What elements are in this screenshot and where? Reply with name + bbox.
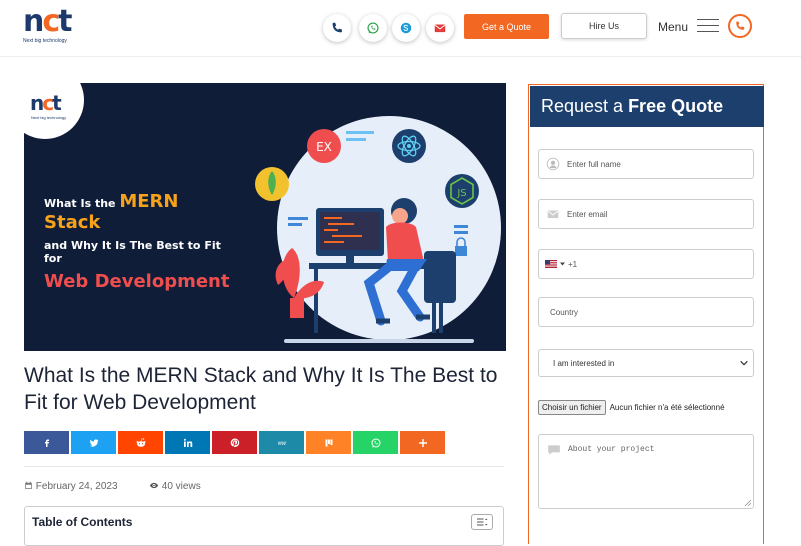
hamburger-menu-icon[interactable] <box>697 19 719 33</box>
twitter-share-button[interactable] <box>71 431 116 454</box>
file-upload: Choisir un fichier Aucun fichier n'a été… <box>538 400 725 415</box>
whatsapp-icon[interactable] <box>359 14 387 42</box>
chat-bubble-icon <box>548 445 560 455</box>
social-share-bar: MW <box>24 431 447 454</box>
publish-date: February 24, 2023 <box>24 481 118 492</box>
logo-tagline: Next big technology <box>23 38 67 44</box>
article-banner-image: nct Next big technology What Is the MERN… <box>24 83 506 351</box>
publish-date-text: February 24, 2023 <box>35 481 118 492</box>
table-of-contents: Table of Contents <box>24 506 504 546</box>
view-count-text: 40 views <box>161 481 201 492</box>
choose-file-button[interactable]: Choisir un fichier <box>538 400 606 415</box>
developer-illustration: EX JS <box>255 116 501 343</box>
view-count: 40 views <box>149 481 201 492</box>
site-header: nct Next big technology Get a Quote Hire… <box>0 0 801 57</box>
phone-icon[interactable] <box>323 14 351 42</box>
email-placeholder: Enter email <box>567 209 608 219</box>
pinterest-share-button[interactable] <box>212 431 257 454</box>
reddit-share-button[interactable] <box>118 431 163 454</box>
mix-share-button[interactable] <box>306 431 351 454</box>
list-icon <box>477 518 488 526</box>
banner-line3: Web Development <box>44 271 230 292</box>
linkedin-share-button[interactable] <box>165 431 210 454</box>
quote-form: Request a Free Quote Enter full name Ente… <box>528 84 764 544</box>
file-status: Aucun fichier n'a été sélectionné <box>609 403 725 412</box>
banner-line1-prefix: What Is the <box>44 197 120 210</box>
site-logo[interactable]: nct Next big technology <box>23 7 73 47</box>
reddit-icon <box>136 437 145 447</box>
eye-icon <box>149 482 159 489</box>
twitter-icon <box>89 438 98 447</box>
article-title: What Is the MERN Stack and Why It Is The… <box>24 364 498 414</box>
nodejs-badge-text: JS <box>456 188 466 199</box>
project-textarea[interactable]: About your project <box>538 434 754 509</box>
call-ring-icon[interactable] <box>728 14 752 38</box>
country-field[interactable]: Country <box>538 297 754 327</box>
banner-line2: and Why It Is The Best to Fit for <box>44 239 221 265</box>
email-field[interactable]: Enter email <box>538 199 754 229</box>
envelope-icon <box>539 207 567 221</box>
whatsapp-share-button[interactable] <box>353 431 398 454</box>
whatsapp-share-icon <box>371 438 380 447</box>
divider <box>24 466 504 467</box>
facebook-icon <box>44 439 49 447</box>
phone-prefix: +1 <box>568 259 578 269</box>
form-heading-bold: Free Quote <box>628 96 724 116</box>
skype-icon[interactable] <box>392 14 420 42</box>
resize-grip-icon <box>745 500 751 506</box>
facebook-share-button[interactable] <box>24 431 69 454</box>
form-heading-prefix: Request a <box>541 96 624 116</box>
mewe-share-button[interactable]: MW <box>259 431 304 454</box>
express-badge-text: EX <box>316 140 332 154</box>
chevron-down-icon <box>740 360 748 366</box>
interest-selected: I am interested in <box>553 358 615 368</box>
plus-icon <box>418 438 427 447</box>
more-share-button[interactable] <box>400 431 445 454</box>
mewe-icon: MW <box>277 441 286 447</box>
menu-label[interactable]: Menu <box>658 20 688 34</box>
phone-field[interactable]: +1 <box>538 249 754 279</box>
name-field[interactable]: Enter full name <box>538 149 754 179</box>
caret-down-icon <box>560 262 565 266</box>
get-a-quote-button[interactable]: Get a Quote <box>464 14 549 39</box>
svg-text:MW: MW <box>277 441 286 447</box>
user-icon <box>539 157 567 171</box>
pinterest-icon <box>230 437 239 447</box>
banner-logo: nct Next big technology <box>24 83 84 139</box>
banner-headline: What Is the MERN Stack and Why It Is The… <box>44 191 239 292</box>
toc-title: Table of Contents <box>32 515 133 529</box>
interest-select[interactable]: I am interested in <box>538 349 754 377</box>
project-placeholder: About your project <box>568 445 655 454</box>
mail-icon[interactable] <box>426 14 454 42</box>
hire-us-button[interactable]: Hire Us <box>561 13 647 39</box>
calendar-icon <box>25 481 32 489</box>
name-placeholder: Enter full name <box>567 159 621 169</box>
country-placeholder: Country <box>550 307 579 317</box>
toc-toggle-button[interactable] <box>471 514 493 530</box>
mix-icon <box>325 439 332 446</box>
linkedin-icon <box>183 438 192 447</box>
us-flag-icon[interactable] <box>545 260 557 268</box>
form-heading: Request a Free Quote <box>530 86 764 127</box>
logo-mark: nct <box>23 4 73 39</box>
